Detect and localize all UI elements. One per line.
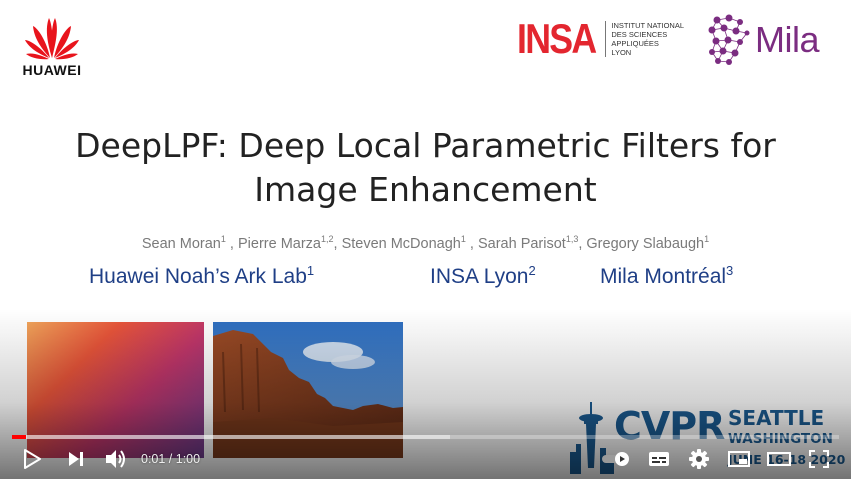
author-sup: 1,2: [320, 234, 334, 244]
title-line-1: DeepLPF: Deep Local Parametric Filters f…: [75, 126, 776, 165]
fullscreen-button[interactable]: [801, 441, 837, 477]
author-name: Pierre Marza: [237, 235, 321, 252]
autoplay-toggle[interactable]: [598, 441, 634, 477]
volume-button[interactable]: [98, 441, 134, 477]
title-line-2: Image Enhancement: [254, 170, 597, 209]
miniplayer-icon: [728, 451, 750, 467]
affiliation-name: Mila Montréal: [600, 265, 727, 288]
next-button[interactable]: [58, 441, 94, 477]
affiliation-mila: Mila Montréal3: [600, 263, 733, 289]
gear-icon: [689, 449, 709, 469]
affiliation-name: Huawei Noah’s Ark Lab: [89, 265, 307, 288]
mila-wordmark: Mila: [755, 19, 820, 60]
play-button[interactable]: [14, 441, 50, 477]
affiliation-sup: 1: [306, 263, 315, 278]
time-display: 0:01 / 1:00: [141, 452, 201, 466]
affiliation-sup: 2: [528, 263, 536, 278]
fullscreen-icon: [809, 450, 829, 468]
affiliation-huawei: Huawei Noah’s Ark Lab1: [89, 263, 314, 289]
huawei-logo: HUAWEI: [12, 12, 92, 90]
player-controls: 0:01 / 1:00: [0, 441, 851, 477]
theater-mode-button[interactable]: [761, 441, 797, 477]
affiliation-sup: 3: [726, 263, 734, 278]
huawei-petals-icon: [25, 18, 79, 60]
author-name: Sean Moran: [141, 235, 221, 252]
author-sup: 1,3: [565, 234, 579, 244]
affiliation-insa: INSA Lyon2: [430, 263, 536, 289]
autoplay-toggle-icon: [602, 452, 629, 466]
theater-icon: [767, 452, 791, 466]
progress-loaded: [12, 435, 451, 439]
author-name: Gregory Slabaugh: [586, 235, 705, 252]
affiliation-name: INSA Lyon: [430, 265, 529, 288]
progress-bar[interactable]: [12, 435, 839, 439]
mila-logo: Mila: [707, 14, 820, 66]
mila-dots-icon: [708, 14, 750, 65]
insa-wordmark: INSA: [517, 15, 597, 62]
author-name: Steven McDonagh: [341, 235, 461, 252]
video-frame[interactable]: HUAWEI INSA INSTITUT NATIONAL DES SCIENC…: [0, 0, 851, 479]
settings-button[interactable]: [681, 441, 717, 477]
insa-subtitle: INSTITUT NATIONAL DES SCIENCES APPLIQUÉE…: [605, 21, 684, 57]
author-sup: 1: [460, 234, 466, 244]
subtitles-icon: [649, 452, 669, 466]
author-sup: 1: [220, 234, 226, 244]
insa-sub-line: DES SCIENCES: [611, 30, 668, 39]
progress-played: [12, 435, 27, 439]
slide-title: DeepLPF: Deep Local Parametric Filters f…: [0, 124, 851, 212]
insa-sub-line: LYON: [611, 48, 632, 57]
insa-sub-line: INSTITUT NATIONAL: [611, 21, 685, 30]
author-sup: 1: [704, 234, 710, 244]
play-icon: [24, 449, 41, 469]
subtitles-button[interactable]: [641, 441, 677, 477]
insa-sub-line: APPLIQUÉES: [611, 39, 659, 48]
author-list: Sean Moran1 , Pierre Marza1,2, Steven Mc…: [141, 234, 710, 252]
cvpr-city: SEATTLE: [728, 406, 825, 430]
miniplayer-button[interactable]: [721, 441, 757, 477]
volume-icon: [106, 450, 125, 468]
next-icon: [69, 452, 83, 466]
author-name: Sarah Parisot: [477, 235, 566, 252]
huawei-wordmark: HUAWEI: [22, 62, 82, 78]
insa-logo: INSA INSTITUT NATIONAL DES SCIENCES APPL…: [517, 18, 684, 60]
